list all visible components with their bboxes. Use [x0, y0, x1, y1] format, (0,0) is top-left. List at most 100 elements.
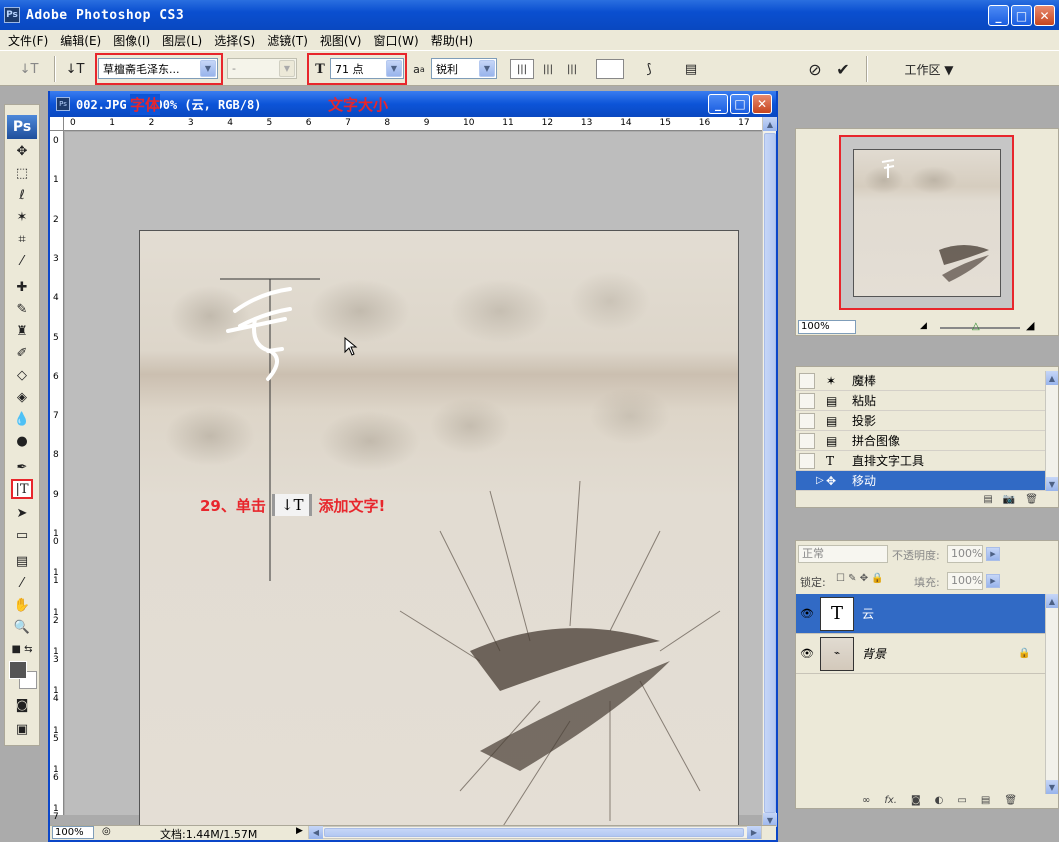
maximize-button[interactable]: □: [1011, 5, 1032, 26]
slice-tool-icon[interactable]: ⁄: [11, 251, 33, 271]
default-colors-icon[interactable]: ■ ⇆: [11, 639, 33, 659]
menu-view[interactable]: 视图(V): [316, 32, 370, 49]
foreground-color-swatch[interactable]: [9, 661, 27, 679]
blur-tool-icon[interactable]: 💧: [11, 409, 33, 429]
notes-tool-icon[interactable]: ▤: [11, 551, 33, 571]
vertical-scroll-thumb[interactable]: [764, 133, 776, 813]
history-brush-icon[interactable]: ✐: [11, 343, 33, 363]
scroll-left-icon[interactable]: ◀: [309, 826, 323, 839]
zoom-out-icon[interactable]: ◢: [920, 321, 927, 331]
horizontal-scroll-thumb[interactable]: [324, 828, 744, 837]
scroll-up-icon[interactable]: ▲: [763, 117, 777, 131]
navigator-zoom-field[interactable]: 100%: [798, 320, 856, 334]
scroll-up-icon[interactable]: ▲: [1046, 594, 1058, 608]
align-center-icon[interactable]: |||: [536, 59, 560, 79]
menu-edit[interactable]: 编辑(E): [56, 32, 109, 49]
vertical-ruler[interactable]: 0 1 2 3 4 5 6 7 8 9 10 11 12 13 14 15 16 17: [50, 131, 64, 822]
eye-icon[interactable]: 👁: [799, 607, 815, 620]
workspace-button[interactable]: 工作区 ▼: [896, 59, 962, 79]
navigator-slider-thumb[interactable]: △: [972, 321, 980, 332]
marquee-tool-icon[interactable]: ⬚: [11, 163, 33, 183]
layers-scrollbar[interactable]: ▲ ▼: [1045, 594, 1058, 794]
rectangle-tool-icon[interactable]: ▭: [11, 525, 33, 545]
horizontal-ruler[interactable]: 0 1 2 3 4 5 6 7 8 9 10 11 12 13 14 15 16 17: [64, 117, 762, 131]
eye-icon[interactable]: 👁: [799, 647, 815, 660]
align-top-icon[interactable]: |||: [510, 59, 534, 79]
history-item[interactable]: T 直排文字工具: [796, 451, 1046, 471]
navigator-preview[interactable]: [839, 135, 1014, 310]
healing-brush-icon[interactable]: ✚: [11, 277, 33, 297]
menu-select[interactable]: 选择(S): [210, 32, 263, 49]
navigator-zoom-slider[interactable]: [940, 327, 1020, 329]
warp-text-icon[interactable]: ⟆: [638, 59, 660, 79]
trash-icon[interactable]: 🗑: [1004, 795, 1017, 806]
link-layers-icon[interactable]: ∞: [862, 795, 870, 806]
horizontal-scrollbar[interactable]: ◀ ▶: [308, 826, 762, 839]
minimize-button[interactable]: _: [988, 5, 1009, 26]
font-size-select[interactable]: 71 点 ▼: [330, 58, 404, 79]
scroll-down-icon[interactable]: ▼: [1046, 477, 1058, 491]
crop-tool-icon[interactable]: ⌗: [11, 229, 33, 249]
align-bottom-icon[interactable]: |||: [560, 59, 584, 79]
layer-style-icon[interactable]: fx.: [884, 795, 897, 806]
hand-tool-icon[interactable]: ✋: [11, 595, 33, 615]
opacity-field[interactable]: 100%: [947, 545, 983, 563]
layer-mask-icon[interactable]: ◙: [911, 795, 921, 806]
font-family-select[interactable]: 草檀斋毛泽东... ▼: [98, 58, 218, 79]
layer-row-text[interactable]: 👁 T 云: [796, 594, 1046, 634]
menu-layer[interactable]: 图层(L): [158, 32, 210, 49]
cancel-icon[interactable]: ⊘: [804, 59, 826, 79]
doc-close-button[interactable]: ✕: [752, 94, 772, 114]
image-canvas[interactable]: [139, 230, 739, 831]
adjustment-layer-icon[interactable]: ◐: [935, 795, 944, 806]
ruler-origin[interactable]: [50, 117, 64, 131]
history-checkbox[interactable]: [799, 392, 815, 409]
canvas-area[interactable]: 29、单击 ↓T 添加文字!: [65, 132, 762, 831]
history-checkbox[interactable]: [799, 432, 815, 449]
character-panel-icon[interactable]: ▤: [680, 59, 702, 79]
clone-stamp-icon[interactable]: ♜: [11, 321, 33, 341]
scroll-right-icon[interactable]: ▶: [747, 826, 761, 839]
zoom-tool-icon[interactable]: 🔍: [11, 617, 33, 637]
new-group-icon[interactable]: ▭: [957, 795, 966, 806]
new-document-from-state-icon[interactable]: ▤: [983, 494, 992, 505]
lock-icons[interactable]: ☐ ✎ ✥ 🔒: [836, 573, 884, 584]
layer-row-background[interactable]: 👁 ⌁ 背景 🔒: [796, 634, 1046, 674]
new-layer-icon[interactable]: ▤: [981, 795, 990, 806]
screen-mode-icon[interactable]: ▣: [11, 719, 33, 739]
lasso-tool-icon[interactable]: ℓ: [11, 185, 33, 205]
antialias-select[interactable]: 锐利 ▼: [431, 58, 497, 79]
status-menu-icon[interactable]: ◎: [102, 826, 111, 837]
menu-file[interactable]: 文件(F): [4, 32, 56, 49]
zoom-level-field[interactable]: 100%: [52, 826, 94, 839]
blend-mode-select[interactable]: 正常: [798, 545, 888, 563]
snapshot-icon[interactable]: 📷: [1003, 494, 1015, 505]
fill-arrow-icon[interactable]: ▶: [986, 574, 1000, 588]
orientation-toggle-icon[interactable]: ↓T: [64, 59, 86, 79]
status-arrow-icon[interactable]: ▶: [296, 826, 303, 836]
font-style-select[interactable]: - ▼: [227, 58, 297, 79]
eraser-tool-icon[interactable]: ◇: [11, 365, 33, 385]
tool-preset-icon[interactable]: ↓T: [14, 59, 44, 79]
paint-bucket-icon[interactable]: ◈: [11, 387, 33, 407]
menu-window[interactable]: 窗口(W): [369, 32, 426, 49]
doc-maximize-button[interactable]: □: [730, 94, 750, 114]
history-scrollbar[interactable]: ▲ ▼: [1045, 371, 1058, 491]
brush-tool-icon[interactable]: ✎: [11, 299, 33, 319]
trash-icon[interactable]: 🗑: [1025, 494, 1038, 505]
scroll-down-icon[interactable]: ▼: [1046, 780, 1058, 794]
doc-minimize-button[interactable]: _: [708, 94, 728, 114]
vertical-scrollbar[interactable]: ▲ ▼: [762, 117, 777, 827]
type-tool-icon[interactable]: |T: [11, 479, 33, 499]
menu-help[interactable]: 帮助(H): [427, 32, 481, 49]
scroll-up-icon[interactable]: ▲: [1046, 371, 1058, 385]
opacity-arrow-icon[interactable]: ▶: [986, 547, 1000, 561]
path-selection-icon[interactable]: ➤: [11, 503, 33, 523]
magic-wand-tool-icon[interactable]: ✶: [11, 207, 33, 227]
quick-mask-icon[interactable]: ◙: [11, 695, 33, 715]
history-item[interactable]: ▤ 拼合图像: [796, 431, 1046, 451]
history-item-selected[interactable]: ▷ ✥ 移动: [796, 471, 1046, 491]
close-button[interactable]: ✕: [1034, 5, 1055, 26]
eyedropper-tool-icon[interactable]: ⁄: [11, 573, 33, 593]
history-item[interactable]: ▤ 粘贴: [796, 391, 1046, 411]
